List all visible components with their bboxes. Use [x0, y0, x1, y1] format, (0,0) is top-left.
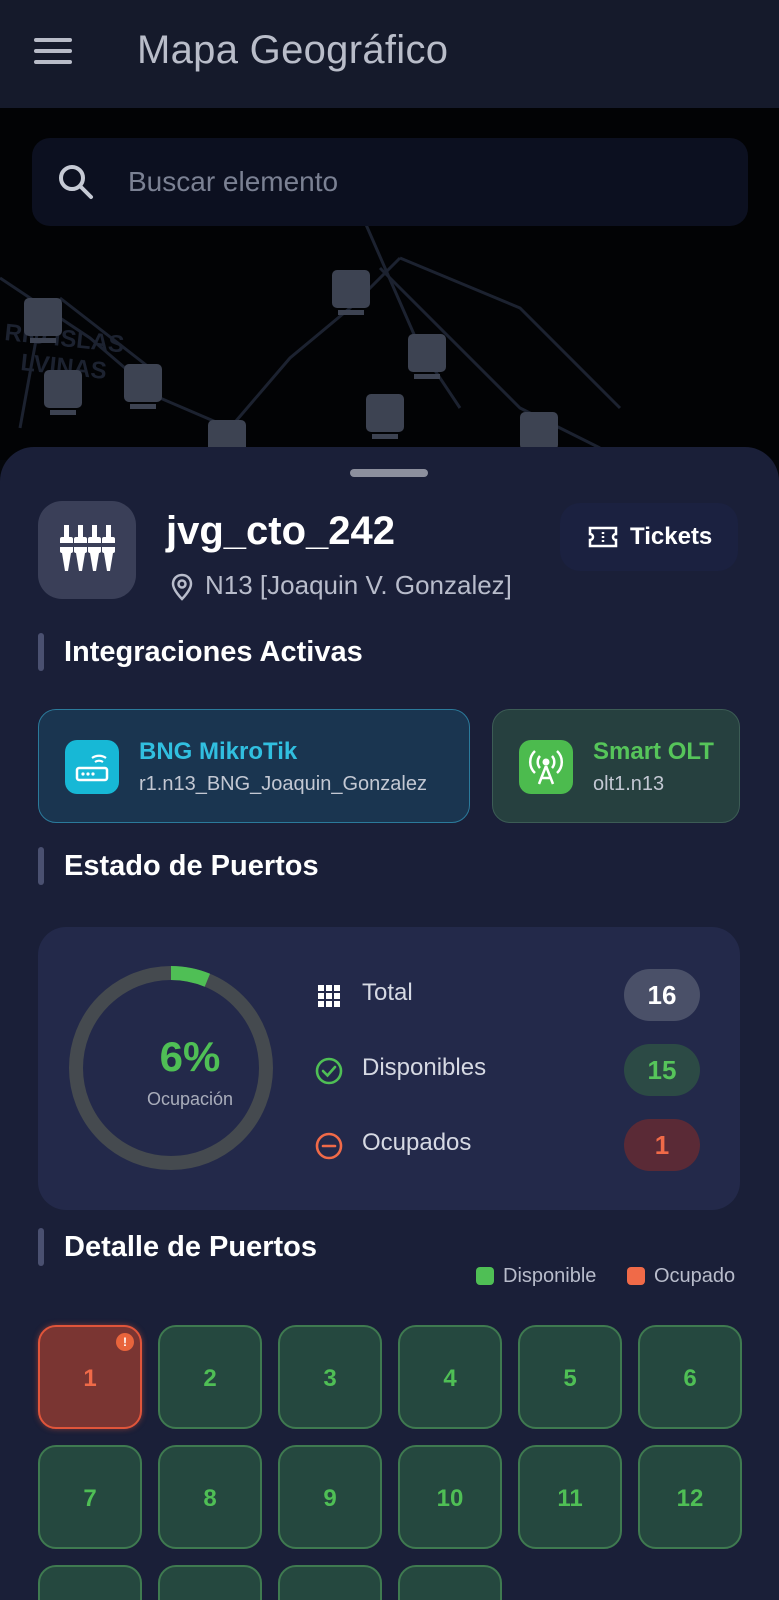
ticket-icon	[588, 526, 618, 548]
legend-available: Disponible	[503, 1265, 597, 1287]
integration-detail: r1.n13_BNG_Joaquin_Gonzalez	[139, 773, 427, 795]
stat-value-occupied: 1	[624, 1119, 700, 1171]
element-location: N13 [Joaquin V. Gonzalez]	[205, 570, 512, 600]
integration-card-olt[interactable]: Smart OLT olt1.n13	[492, 709, 740, 823]
port-4[interactable]: 4	[398, 1325, 502, 1429]
grid-icon	[318, 985, 340, 1007]
map-marker-icon	[408, 334, 446, 379]
port-number: 8	[203, 1485, 217, 1512]
port-14[interactable]	[158, 1565, 262, 1600]
port-number: 2	[203, 1365, 217, 1392]
stat-value-available: 15	[624, 1044, 700, 1096]
search-bar	[32, 138, 748, 226]
stat-label-total: Total	[362, 979, 413, 1006]
port-12[interactable]: 12	[638, 1445, 742, 1549]
map-marker-icon	[520, 412, 558, 450]
page-title: Mapa Geográfico	[137, 28, 449, 72]
port-1[interactable]: 1	[38, 1325, 142, 1429]
map-marker-icon	[44, 370, 82, 415]
stat-value-total: 16	[624, 969, 700, 1021]
section-accent-bar	[38, 1228, 44, 1266]
port-number: 3	[323, 1365, 337, 1392]
map-marker-icon	[366, 394, 404, 439]
port-16[interactable]	[398, 1565, 502, 1600]
port-2[interactable]: 2	[158, 1325, 262, 1429]
occupancy-label: Ocupación	[146, 1089, 234, 1109]
section-accent-bar	[38, 633, 44, 671]
search-input[interactable]	[128, 152, 708, 212]
location-pin-icon	[171, 573, 193, 601]
port-number: 4	[443, 1365, 457, 1392]
section-accent-bar	[38, 847, 44, 885]
port-5[interactable]: 5	[518, 1325, 622, 1429]
splitter-icon	[38, 501, 136, 599]
minus-circle-icon	[315, 1132, 343, 1160]
port-number: 5	[563, 1365, 577, 1392]
sheet-drag-handle[interactable]	[350, 469, 428, 477]
port-13[interactable]	[38, 1565, 142, 1600]
element-name: jvg_cto_242	[166, 509, 396, 553]
port-number: 6	[683, 1365, 697, 1392]
port-3[interactable]: 3	[278, 1325, 382, 1429]
tickets-button[interactable]: Tickets	[560, 503, 738, 571]
antenna-icon	[519, 740, 573, 794]
integration-name: Smart OLT	[593, 738, 714, 765]
port-number: 7	[83, 1485, 97, 1512]
integration-detail: olt1.n13	[593, 773, 665, 795]
port-number: 1	[83, 1365, 97, 1392]
port-6[interactable]: 6	[638, 1325, 742, 1429]
occupancy-percent: 6%	[159, 1033, 221, 1080]
port-status-card: 6% Ocupación Total 16 Disponibles 15 Ocu…	[38, 927, 740, 1210]
legend-swatch-available	[476, 1267, 494, 1285]
search-icon[interactable]	[56, 162, 96, 202]
alert-icon	[116, 1333, 134, 1351]
router-icon	[65, 740, 119, 794]
section-title-integrations: Integraciones Activas	[64, 636, 363, 668]
section-title-port-detail: Detalle de Puertos	[64, 1231, 318, 1263]
port-number: 11	[557, 1485, 583, 1512]
stat-label-available: Disponibles	[362, 1054, 487, 1081]
port-number: 9	[323, 1485, 337, 1512]
port-number: 10	[436, 1485, 464, 1512]
check-circle-icon	[315, 1057, 343, 1085]
port-9[interactable]: 9	[278, 1445, 382, 1549]
port-7[interactable]: 7	[38, 1445, 142, 1549]
port-8[interactable]: 8	[158, 1445, 262, 1549]
stat-label-occupied: Ocupados	[362, 1129, 472, 1156]
integration-card-mikrotik[interactable]: BNG MikroTik r1.n13_BNG_Joaquin_Gonzalez	[38, 709, 470, 823]
port-15[interactable]	[278, 1565, 382, 1600]
legend-swatch-occupied	[627, 1267, 645, 1285]
integration-name: BNG MikroTik	[139, 738, 298, 765]
app-bar: Mapa Geográfico	[0, 0, 779, 108]
menu-icon[interactable]	[34, 38, 72, 68]
port-11[interactable]: 11	[518, 1445, 622, 1549]
section-title-port-status: Estado de Puertos	[64, 850, 319, 882]
element-detail-sheet: jvg_cto_242 N13 [Joaquin V. Gonzalez] Ti…	[0, 447, 779, 1600]
legend-occupied: Ocupado	[654, 1265, 736, 1287]
tickets-label: Tickets	[630, 523, 713, 550]
map-marker-icon	[124, 364, 162, 409]
port-10[interactable]: 10	[398, 1445, 502, 1549]
port-number: 12	[676, 1485, 704, 1512]
